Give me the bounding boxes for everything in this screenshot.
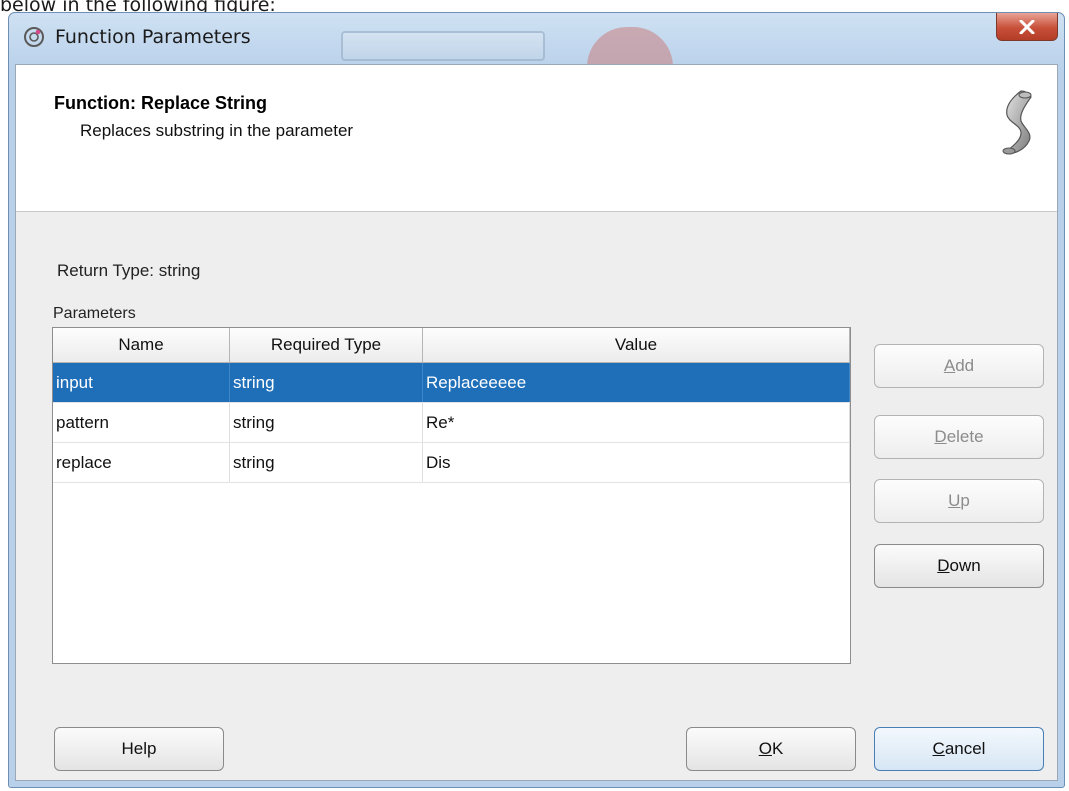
ok-mnemonic: O [758,739,772,758]
parameters-table[interactable]: Name Required Type Value input string Re… [52,327,851,664]
scroll-icon [1002,90,1032,155]
cell-name[interactable]: input [53,363,230,402]
cell-required-type[interactable]: string [230,443,423,482]
cell-required-type[interactable]: string [230,403,423,442]
background-window-icon [587,27,673,67]
close-button[interactable] [996,13,1058,41]
table-row[interactable]: replace string Dis [53,443,850,483]
dialog-header: Function: Replace String Replaces substr… [16,65,1057,212]
column-header-required-type[interactable]: Required Type [230,328,423,362]
function-description: Replaces substring in the parameter [80,121,354,140]
cancel-mnemonic: C [932,739,945,758]
title-bar[interactable]: Function Parameters [9,13,1064,67]
cell-value[interactable]: Replaceeeee [423,363,850,402]
add-mnemonic: A [943,356,956,375]
table-row[interactable]: pattern string Re* [53,403,850,443]
add-label-rest: dd [955,356,975,375]
delete-label-rest: elete [946,427,984,446]
window-title: Function Parameters [55,26,251,48]
up-label-rest: p [960,491,970,510]
cell-value[interactable]: Dis [423,443,850,482]
app-icon [24,27,44,47]
table-row[interactable]: input string Replaceeeee [53,363,850,403]
function-title: Function: Replace String [54,93,268,113]
cell-name[interactable]: replace [53,443,230,482]
up-button[interactable]: Up [874,479,1044,523]
delete-mnemonic: D [934,427,947,446]
cell-name[interactable]: pattern [53,403,230,442]
close-icon [1019,19,1035,34]
cancel-button[interactable]: Cancel [874,727,1044,771]
down-button[interactable]: Down [874,544,1044,588]
dialog-body: Function: Replace String Replaces substr… [15,64,1058,781]
down-label-rest: own [949,556,981,575]
up-mnemonic: U [948,491,961,510]
return-type-label: Return Type: string [57,261,201,280]
down-mnemonic: D [937,556,950,575]
cell-required-type[interactable]: string [230,363,423,402]
ok-button[interactable]: OK [686,727,856,771]
cancel-label-rest: ancel [944,739,986,758]
delete-button[interactable]: Delete [874,415,1044,459]
cell-value[interactable]: Re* [423,403,850,442]
table-header: Name Required Type Value [53,328,850,363]
background-window-tab [341,31,545,61]
ok-label-rest: K [771,739,784,758]
column-header-value[interactable]: Value [423,328,850,362]
column-header-name[interactable]: Name [53,328,230,362]
help-button[interactable]: Help [54,727,224,771]
function-parameters-dialog: Function Parameters Function: Replace St… [8,12,1065,788]
parameters-label: Parameters [53,305,136,322]
add-button[interactable]: Add [874,344,1044,388]
